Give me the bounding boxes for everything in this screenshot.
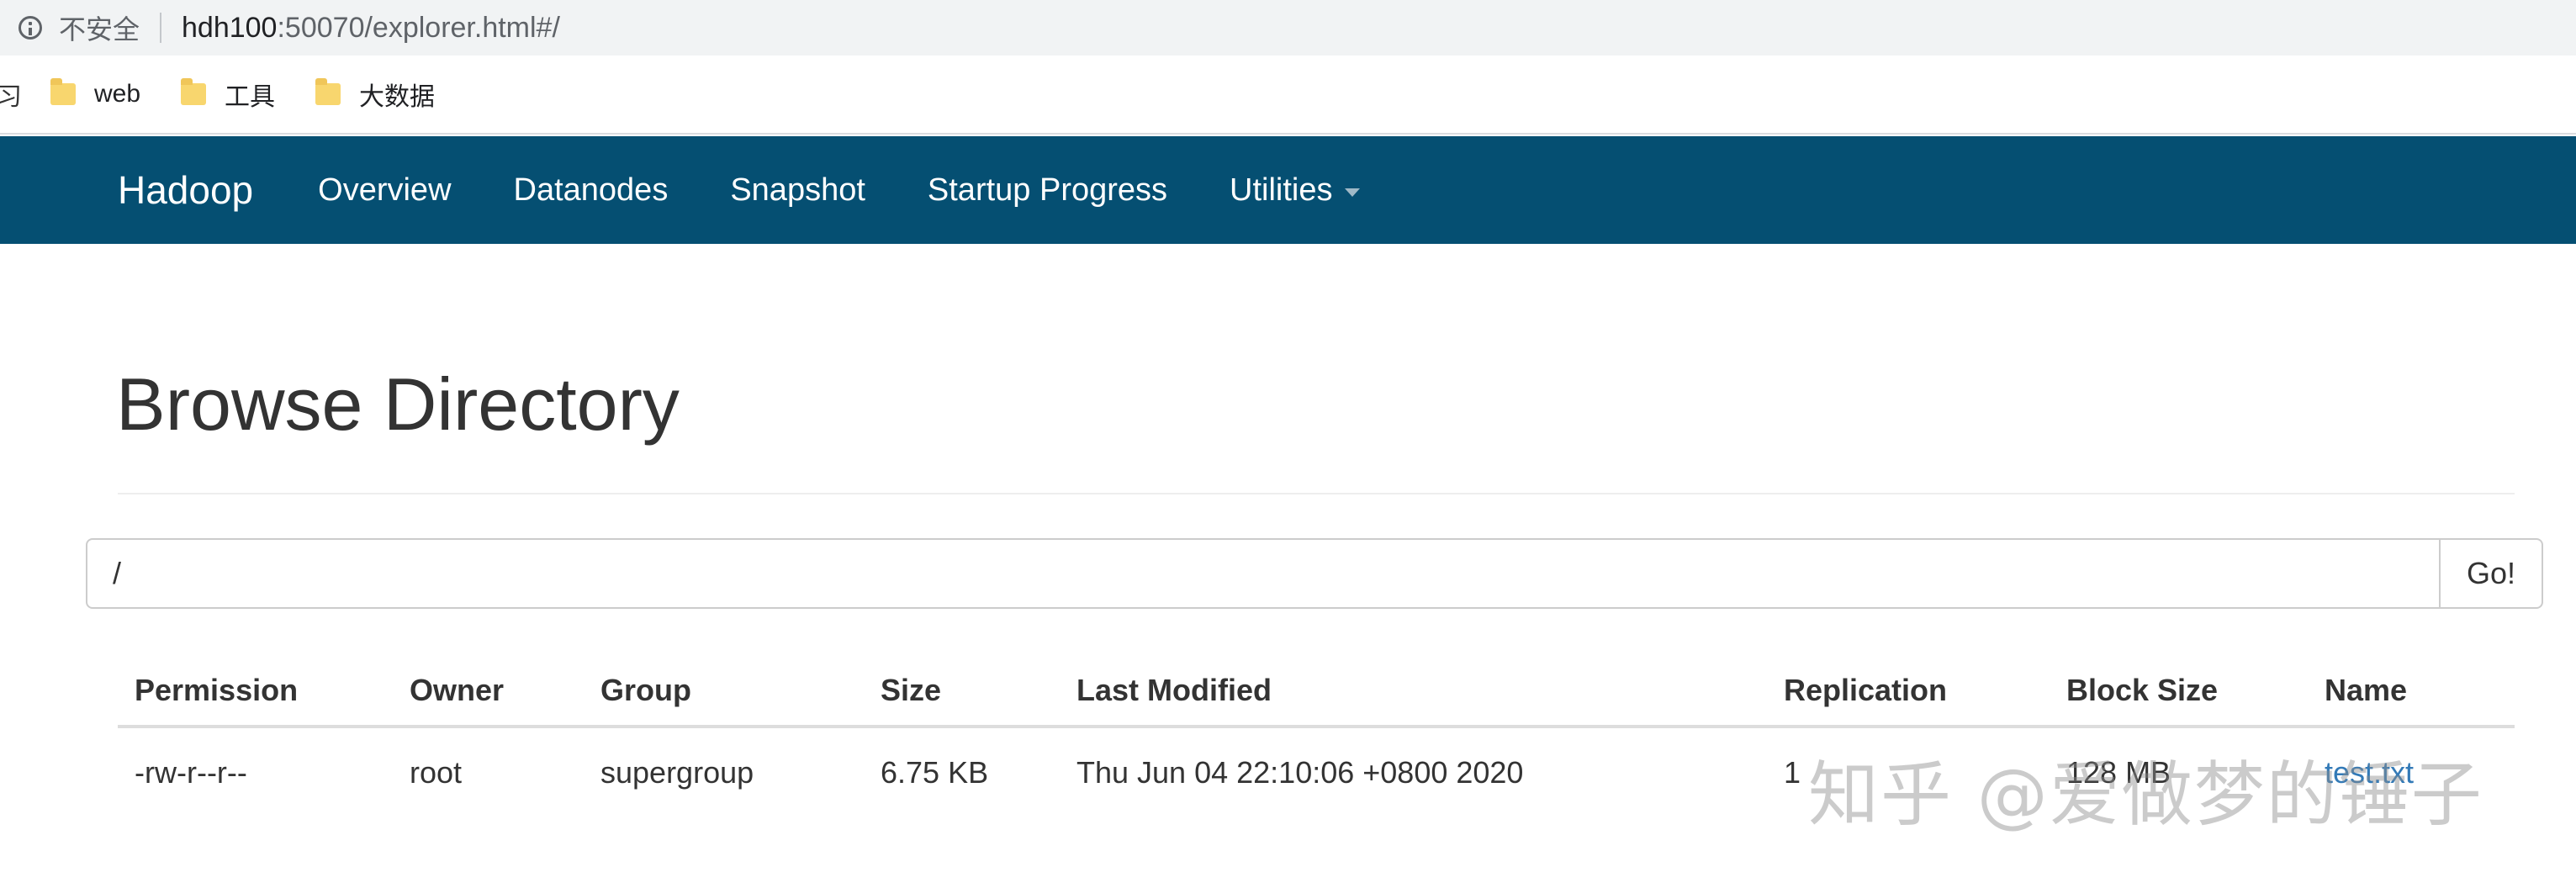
- security-label[interactable]: 不安全: [59, 8, 140, 47]
- path-form: Go!: [86, 538, 2543, 609]
- nav-snapshot[interactable]: Snapshot: [730, 172, 865, 209]
- bookmark-label: 大数据: [359, 83, 436, 111]
- cell-block-size: 128 MB: [2066, 755, 2171, 790]
- url-path: :50070/explorer.html#/: [277, 11, 560, 44]
- cell-last-modified: Thu Jun 04 22:10:06 +0800 2020: [1076, 755, 1524, 790]
- cell-group: supergroup: [600, 755, 754, 790]
- file-name-link[interactable]: test.txt: [2325, 755, 2414, 790]
- header-permission[interactable]: Permission: [118, 656, 393, 728]
- nav-startup-progress[interactable]: Startup Progress: [928, 172, 1167, 209]
- caret-down-icon: [1344, 188, 1360, 197]
- header-name[interactable]: Name: [2308, 656, 2515, 728]
- brand-link[interactable]: Hadoop: [118, 167, 253, 213]
- folder-icon: [315, 78, 341, 105]
- url-field[interactable]: hdh100:50070/explorer.html#/: [182, 12, 560, 45]
- nav-overview[interactable]: Overview: [318, 172, 451, 209]
- title-divider: [118, 493, 2515, 494]
- url-host: hdh100: [182, 11, 278, 44]
- address-separator: [160, 13, 162, 43]
- directory-path-input[interactable]: [86, 538, 2441, 609]
- folder-icon: [181, 78, 207, 105]
- cell-size: 6.75 KB: [881, 755, 989, 790]
- browser-address-bar: 不安全 hdh100:50070/explorer.html#/: [0, 0, 2576, 56]
- bookmarks-bar: 习 web 工具 大数据: [0, 56, 2576, 135]
- bookmark-label: 工具: [225, 83, 276, 111]
- page-title: Browse Directory: [116, 362, 680, 446]
- file-table: Permission Owner Group Size Last Modifie…: [118, 656, 2515, 817]
- nav-utilities-label: Utilities: [1230, 172, 1333, 208]
- cell-owner: root: [410, 755, 463, 790]
- bookmark-bigdata[interactable]: 大数据: [315, 76, 435, 113]
- header-owner[interactable]: Owner: [393, 656, 584, 728]
- bookmark-tools[interactable]: 工具: [181, 76, 275, 113]
- nav-datanodes[interactable]: Datanodes: [514, 172, 669, 209]
- table-row: -rw-r--r-- root supergroup 6.75 KB Thu J…: [118, 727, 2515, 817]
- cell-replication: 1: [1784, 755, 1801, 790]
- bookmark-label: web: [94, 80, 141, 108]
- cell-name: test.txt: [2308, 727, 2515, 817]
- header-last-modified[interactable]: Last Modified: [1060, 656, 1767, 728]
- cell-permission: -rw-r--r--: [135, 755, 247, 790]
- header-replication[interactable]: Replication: [1767, 656, 2050, 728]
- nav-utilities[interactable]: Utilities: [1230, 172, 1360, 209]
- folder-icon: [50, 78, 76, 105]
- bookmark-cut-label[interactable]: 习: [0, 76, 27, 113]
- table-header-row: Permission Owner Group Size Last Modifie…: [118, 656, 2515, 728]
- go-button[interactable]: Go!: [2441, 538, 2543, 609]
- hadoop-navbar: Hadoop Overview Datanodes Snapshot Start…: [0, 136, 2576, 244]
- bookmark-web[interactable]: web: [50, 78, 141, 108]
- header-group[interactable]: Group: [584, 656, 864, 728]
- header-block-size[interactable]: Block Size: [2050, 656, 2308, 728]
- header-size[interactable]: Size: [864, 656, 1060, 728]
- info-icon[interactable]: [19, 16, 42, 40]
